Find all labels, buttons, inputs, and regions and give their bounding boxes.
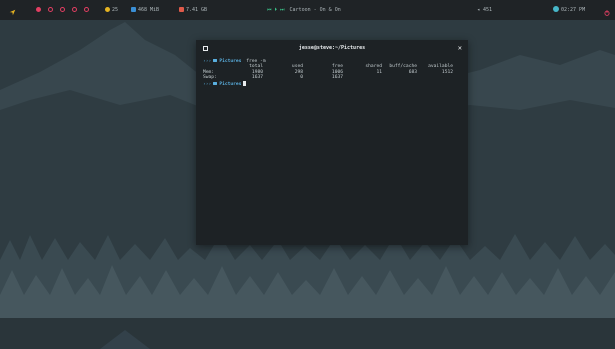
clock[interactable]: 02:27 PM — [553, 0, 585, 20]
navigation-arrow-icon — [9, 9, 16, 16]
prompt-directory: Pictures — [219, 59, 242, 64]
terminal-title: jesse@steve:~/Pictures — [298, 45, 366, 51]
close-icon[interactable]: ✕ — [458, 40, 462, 56]
updates-indicator[interactable]: 25 — [105, 0, 118, 20]
memory-value: 468 MiB — [138, 7, 160, 13]
disk-indicator[interactable]: 7.41 GB — [179, 0, 207, 20]
disk-value: 7.41 GB — [186, 7, 208, 13]
now-playing-title: Cartoon - On & On — [289, 7, 341, 13]
terminal-titlebar[interactable]: jesse@steve:~/Pictures ✕ — [196, 40, 468, 56]
memory-indicator[interactable]: 468 MiB — [131, 0, 159, 20]
folder-icon — [213, 81, 218, 85]
volume-value: 451 — [483, 7, 493, 13]
workspace-2[interactable] — [48, 7, 53, 12]
prompt-directory: Pictures — [219, 81, 242, 87]
top-panel: 25 468 MiB 7.41 GB ⏮ ⏵ ⏭ Cartoon - On & … — [0, 0, 615, 20]
clock-time: 02:27 PM — [561, 7, 586, 13]
volume-indicator[interactable]: ◂ 451 — [477, 0, 492, 20]
terminal-output[interactable]: ››› Pictures free -m total used free shar… — [203, 59, 461, 87]
media-controls[interactable]: ⏮ ⏵ ⏭ Cartoon - On & On — [267, 0, 341, 20]
lake — [0, 318, 615, 349]
memory-icon — [131, 7, 136, 12]
updates-count: 25 — [112, 7, 119, 13]
terminal-window[interactable]: jesse@steve:~/Pictures ✕ ››› Pictures fre… — [196, 40, 468, 245]
folder-icon — [213, 59, 218, 62]
prompt-line: ››› Pictures — [203, 80, 461, 87]
power-button[interactable] — [604, 0, 610, 20]
launcher-button[interactable] — [9, 0, 16, 20]
media-control-buttons[interactable]: ⏮ ⏵ ⏭ — [267, 7, 285, 13]
workspace-4[interactable] — [72, 7, 77, 12]
updates-icon — [105, 7, 110, 12]
clock-icon — [553, 6, 559, 12]
disk-icon — [179, 7, 184, 12]
window-menu-icon[interactable] — [203, 46, 208, 51]
text-cursor — [243, 80, 247, 86]
workspace-5[interactable] — [84, 7, 89, 12]
power-icon — [604, 10, 610, 16]
workspace-1[interactable] — [36, 7, 41, 12]
prompt-arrow: ››› — [203, 81, 212, 87]
volume-icon: ◂ — [477, 7, 481, 13]
prompt-arrow: ››› — [203, 59, 212, 64]
workspace-3[interactable] — [60, 7, 65, 12]
